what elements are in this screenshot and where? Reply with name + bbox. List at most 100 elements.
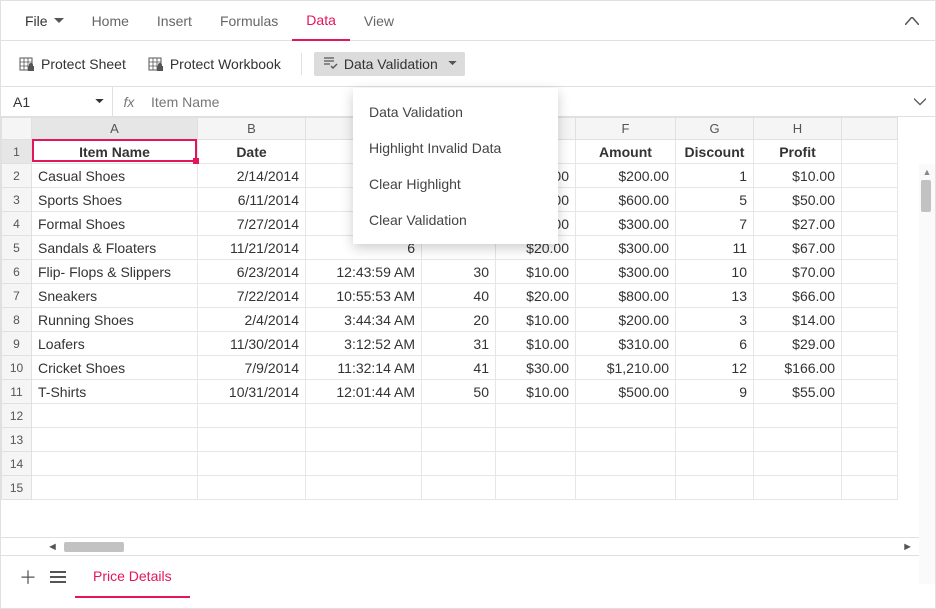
cell[interactable]: 1 [676,164,754,188]
column-header-B[interactable]: B [198,118,306,140]
cell[interactable]: 11:32:14 AM [306,356,422,380]
cell[interactable] [842,452,898,476]
cell[interactable]: 10:55:53 AM [306,284,422,308]
cell[interactable]: 12 [676,356,754,380]
cell[interactable]: 6 [676,332,754,356]
cell[interactable] [576,476,676,500]
menu-item-highlight-invalid[interactable]: Highlight Invalid Data [353,130,558,166]
tab-formulas[interactable]: Formulas [206,1,292,40]
cell[interactable]: $27.00 [754,212,842,236]
cell[interactable] [842,236,898,260]
cell[interactable] [842,428,898,452]
cell[interactable] [198,404,306,428]
cell[interactable]: 13 [676,284,754,308]
cell[interactable]: Profit [754,140,842,164]
row-header-10[interactable]: 10 [2,356,32,380]
cell[interactable]: Formal Shoes [32,212,198,236]
cell[interactable]: 11 [676,236,754,260]
cell[interactable]: $30.00 [496,356,576,380]
scroll-left-arrow[interactable]: ◄ [41,541,64,553]
cell[interactable]: Flip- Flops & Slippers [32,260,198,284]
cell[interactable] [676,428,754,452]
tab-home[interactable]: Home [78,1,143,40]
vertical-scrollbar[interactable]: ▲ [919,164,935,584]
cell[interactable] [842,356,898,380]
select-all-corner[interactable] [2,118,32,140]
protect-workbook-button[interactable]: Protect Workbook [140,52,289,76]
cell[interactable]: $14.00 [754,308,842,332]
cell[interactable]: 9 [676,380,754,404]
cell[interactable] [754,452,842,476]
cell[interactable]: $600.00 [576,188,676,212]
cell[interactable]: 3:44:34 AM [306,308,422,332]
cell[interactable]: 20 [422,308,496,332]
cell[interactable] [576,428,676,452]
row-header-6[interactable]: 6 [2,260,32,284]
cell[interactable]: 41 [422,356,496,380]
cell[interactable]: $10.00 [496,308,576,332]
row-header-3[interactable]: 3 [2,188,32,212]
cell[interactable]: $10.00 [754,164,842,188]
scroll-thumb[interactable] [64,542,124,552]
cell[interactable]: $500.00 [576,380,676,404]
cell[interactable]: Discount [676,140,754,164]
cell[interactable] [422,428,496,452]
tab-file[interactable]: File [11,1,78,40]
scroll-up-arrow[interactable]: ▲ [919,164,935,180]
cell[interactable] [198,452,306,476]
tab-view[interactable]: View [350,1,408,40]
cell[interactable] [842,164,898,188]
row-header-2[interactable]: 2 [2,164,32,188]
cell[interactable] [576,452,676,476]
cell[interactable] [32,428,198,452]
cell[interactable]: $300.00 [576,260,676,284]
cell[interactable]: Amount [576,140,676,164]
cell[interactable] [422,404,496,428]
cell[interactable]: Cricket Shoes [32,356,198,380]
cell[interactable] [496,428,576,452]
cell[interactable] [842,476,898,500]
cell[interactable] [422,452,496,476]
column-header-A[interactable]: A [32,118,198,140]
cell[interactable]: 7/9/2014 [198,356,306,380]
row-header-11[interactable]: 11 [2,380,32,404]
cell[interactable] [306,428,422,452]
column-header-F[interactable]: F [576,118,676,140]
cell[interactable]: 3 [676,308,754,332]
row-header-15[interactable]: 15 [2,476,32,500]
cell[interactable]: 7 [676,212,754,236]
row-header-9[interactable]: 9 [2,332,32,356]
cell[interactable]: Casual Shoes [32,164,198,188]
cell[interactable] [754,428,842,452]
row-header-4[interactable]: 4 [2,212,32,236]
cell[interactable]: $20.00 [496,284,576,308]
cell[interactable] [754,404,842,428]
cell[interactable] [306,452,422,476]
cell[interactable]: 2/4/2014 [198,308,306,332]
cell[interactable]: $300.00 [576,212,676,236]
row-header-5[interactable]: 5 [2,236,32,260]
menu-item-clear-highlight[interactable]: Clear Highlight [353,166,558,202]
cell[interactable] [842,380,898,404]
cell[interactable]: $800.00 [576,284,676,308]
cell[interactable]: 12:43:59 AM [306,260,422,284]
cell[interactable]: Date [198,140,306,164]
cell[interactable]: Running Shoes [32,308,198,332]
cell[interactable]: $10.00 [496,380,576,404]
cell[interactable] [842,260,898,284]
cell[interactable] [306,476,422,500]
cell[interactable] [842,404,898,428]
column-header-H[interactable]: H [754,118,842,140]
cell[interactable]: $200.00 [576,164,676,188]
cell[interactable]: $310.00 [576,332,676,356]
cell[interactable] [496,476,576,500]
cell[interactable] [754,476,842,500]
cell[interactable] [306,404,422,428]
cell[interactable] [198,476,306,500]
row-header-1[interactable]: 1 [2,140,32,164]
cell[interactable]: $66.00 [754,284,842,308]
data-validation-dropdown-button[interactable]: Data Validation [314,52,465,76]
cell[interactable]: $70.00 [754,260,842,284]
name-box[interactable]: A1 [1,87,113,116]
cell[interactable]: 10 [676,260,754,284]
